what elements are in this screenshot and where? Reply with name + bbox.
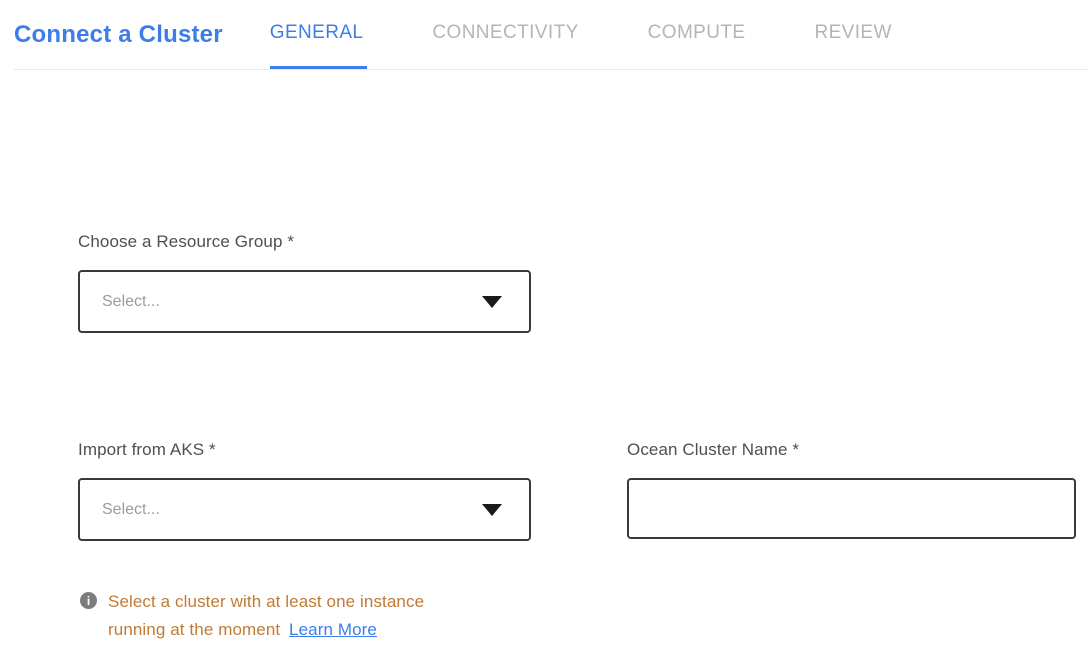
cluster-name-field: Ocean Cluster Name * xyxy=(627,440,1076,644)
wizard-tabs: GENERAL CONNECTIVITY COMPUTE REVIEW xyxy=(270,0,961,69)
resource-group-placeholder: Select... xyxy=(102,293,160,311)
ocean-cluster-name-input[interactable] xyxy=(627,478,1076,539)
import-aks-label: Import from AKS * xyxy=(78,440,531,460)
page-title: Connect a Cluster xyxy=(14,21,223,49)
tab-review[interactable]: REVIEW xyxy=(814,0,895,69)
row-1-spacer xyxy=(627,232,1076,333)
cluster-instance-note: i Select a cluster with at least one ins… xyxy=(78,588,531,644)
resource-group-select[interactable]: Select... xyxy=(78,270,531,333)
wizard-header: Connect a Cluster GENERAL CONNECTIVITY C… xyxy=(14,0,1088,70)
tab-general[interactable]: GENERAL xyxy=(270,0,368,69)
import-aks-select[interactable]: Select... xyxy=(78,478,531,541)
resource-group-label: Choose a Resource Group * xyxy=(78,232,531,252)
learn-more-link[interactable]: Learn More xyxy=(289,620,377,639)
import-aks-field: Import from AKS * Select... i Select a c… xyxy=(78,440,531,644)
note-text: Select a cluster with at least one insta… xyxy=(108,588,478,644)
general-step-form: Choose a Resource Group * Select... Impo… xyxy=(78,232,1088,644)
tab-connectivity[interactable]: CONNECTIVITY xyxy=(432,0,582,69)
info-icon: i xyxy=(80,592,97,609)
cluster-name-label: Ocean Cluster Name * xyxy=(627,440,1076,460)
caret-down-icon xyxy=(482,296,502,308)
caret-down-icon xyxy=(482,504,502,516)
tab-compute[interactable]: COMPUTE xyxy=(648,0,750,69)
resource-group-field: Choose a Resource Group * Select... xyxy=(78,232,531,333)
import-aks-placeholder: Select... xyxy=(102,501,160,519)
